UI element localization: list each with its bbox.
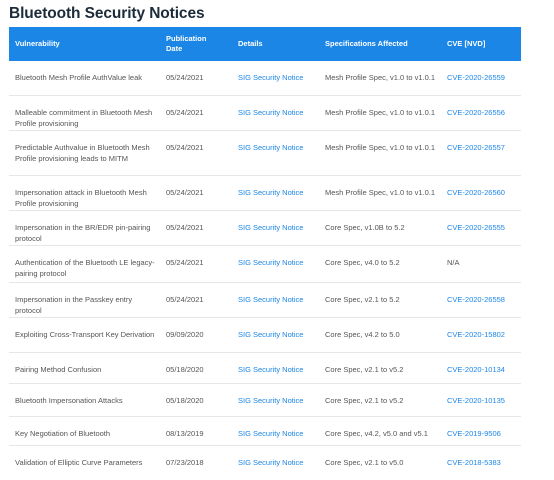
cve-value: N/A: [447, 258, 460, 267]
cve-link[interactable]: CVE-2019-9506: [447, 428, 519, 439]
vulnerability-cell: Pairing Method Confusion: [15, 365, 102, 374]
spec-cell: Core Spec, v1.0B to 5.2: [325, 223, 405, 232]
vulnerability-cell: Exploiting Cross-Transport Key Derivatio…: [15, 330, 155, 339]
date-cell: 05/24/2021: [166, 295, 204, 304]
cve-link[interactable]: CVE-2020-10134: [447, 364, 519, 375]
cve-link[interactable]: CVE-2020-15802: [447, 329, 519, 340]
security-notices-table: Vulnerability Publication Date Details S…: [9, 27, 521, 480]
date-cell: 09/09/2020: [166, 330, 204, 339]
spec-cell: Mesh Profile Spec, v1.0 to v1.0.1: [325, 143, 436, 152]
spec-cell: Core Spec, v2.1 to 5.2: [325, 295, 400, 304]
date-cell: 05/18/2020: [166, 365, 204, 374]
date-cell: 07/23/2018: [166, 458, 204, 467]
table-row: Pairing Method Confusion 05/18/2020 SIG …: [9, 353, 521, 384]
details-link[interactable]: SIG Security Notice: [238, 72, 322, 83]
details-link[interactable]: SIG Security Notice: [238, 329, 322, 340]
cve-link[interactable]: CVE-2018-5383: [447, 457, 519, 468]
table-row: Bluetooth Impersonation Attacks 05/18/20…: [9, 384, 521, 417]
cve-link[interactable]: CVE-2020-26557: [447, 142, 519, 153]
table-row: Key Negotiation of Bluetooth 08/13/2019 …: [9, 417, 521, 446]
vulnerability-cell: Impersonation in the Passkey entry proto…: [15, 295, 133, 315]
table-row: Bluetooth Mesh Profile AuthValue leak 05…: [9, 61, 521, 96]
date-cell: 05/18/2020: [166, 396, 204, 405]
vulnerability-cell: Authentication of the Bluetooth LE legac…: [15, 258, 155, 278]
cve-link[interactable]: CVE-2020-26558: [447, 294, 519, 305]
cve-link[interactable]: CVE-2020-26555: [447, 222, 519, 233]
details-link[interactable]: SIG Security Notice: [238, 294, 322, 305]
spec-cell: Core Spec, v2.1 to v5.0: [325, 458, 404, 467]
spec-cell: Core Spec, v2.1 to v5.2: [325, 365, 404, 374]
details-link[interactable]: SIG Security Notice: [238, 107, 322, 118]
table-row: Validation of Elliptic Curve Parameters …: [9, 446, 521, 480]
details-link[interactable]: SIG Security Notice: [238, 187, 322, 198]
table-row: Authentication of the Bluetooth LE legac…: [9, 246, 521, 283]
table-row: Predictable Authvalue in Bluetooth Mesh …: [9, 131, 521, 176]
cve-link[interactable]: CVE-2020-26556: [447, 107, 519, 118]
cve-link[interactable]: CVE-2020-26560: [447, 187, 519, 198]
vulnerability-cell: Impersonation attack in Bluetooth Mesh P…: [15, 188, 147, 208]
date-cell: 05/24/2021: [166, 108, 204, 117]
table-row: Malleable commitment in Bluetooth Mesh P…: [9, 96, 521, 131]
vulnerability-cell: Predictable Authvalue in Bluetooth Mesh …: [15, 143, 150, 163]
date-cell: 05/24/2021: [166, 143, 204, 152]
vulnerability-cell: Validation of Elliptic Curve Parameters: [15, 458, 143, 467]
vulnerability-cell: Bluetooth Impersonation Attacks: [15, 396, 123, 405]
vulnerability-cell: Key Negotiation of Bluetooth: [15, 429, 111, 438]
header-publication-date[interactable]: Publication Date: [166, 27, 206, 61]
table-row: Impersonation in the BR/EDR pin-pairing …: [9, 211, 521, 246]
header-vulnerability[interactable]: Vulnerability: [15, 27, 60, 61]
details-link[interactable]: SIG Security Notice: [238, 222, 322, 233]
details-link[interactable]: SIG Security Notice: [238, 364, 322, 375]
cve-link[interactable]: CVE-2020-26559: [447, 72, 519, 83]
vulnerability-cell: Bluetooth Mesh Profile AuthValue leak: [15, 73, 143, 82]
details-link[interactable]: SIG Security Notice: [238, 257, 322, 268]
spec-cell: Mesh Profile Spec, v1.0 to v1.0.1: [325, 188, 436, 197]
details-link[interactable]: SIG Security Notice: [238, 457, 322, 468]
table-row: Exploiting Cross-Transport Key Derivatio…: [9, 318, 521, 353]
table-header: Vulnerability Publication Date Details S…: [9, 27, 521, 61]
vulnerability-cell: Malleable commitment in Bluetooth Mesh P…: [15, 108, 153, 128]
spec-cell: Core Spec, v4.0 to 5.2: [325, 258, 400, 267]
spec-cell: Mesh Profile Spec, v1.0 to v1.0.1: [325, 108, 436, 117]
cve-link[interactable]: CVE-2020-10135: [447, 395, 519, 406]
header-details[interactable]: Details: [238, 27, 263, 61]
spec-cell: Core Spec, v4.2 to 5.0: [325, 330, 400, 339]
header-specifications-affected[interactable]: Specifications Affected: [325, 27, 408, 61]
vulnerability-cell: Impersonation in the BR/EDR pin-pairing …: [15, 223, 151, 243]
details-link[interactable]: SIG Security Notice: [238, 142, 322, 153]
table-row: Impersonation in the Passkey entry proto…: [9, 283, 521, 318]
page-title: Bluetooth Security Notices: [9, 5, 205, 22]
date-cell: 05/24/2021: [166, 258, 204, 267]
details-link[interactable]: SIG Security Notice: [238, 428, 322, 439]
spec-cell: Mesh Profile Spec, v1.0 to v1.0.1: [325, 73, 436, 82]
spec-cell: Core Spec, v4.2, v5.0 and v5.1: [325, 429, 428, 438]
date-cell: 05/24/2021: [166, 73, 204, 82]
date-cell: 05/24/2021: [166, 188, 204, 197]
spec-cell: Core Spec, v2.1 to v5.2: [325, 396, 404, 405]
header-cve[interactable]: CVE [NVD]: [447, 27, 485, 61]
date-cell: 08/13/2019: [166, 429, 204, 438]
date-cell: 05/24/2021: [166, 223, 204, 232]
table-row: Impersonation attack in Bluetooth Mesh P…: [9, 176, 521, 211]
details-link[interactable]: SIG Security Notice: [238, 395, 322, 406]
